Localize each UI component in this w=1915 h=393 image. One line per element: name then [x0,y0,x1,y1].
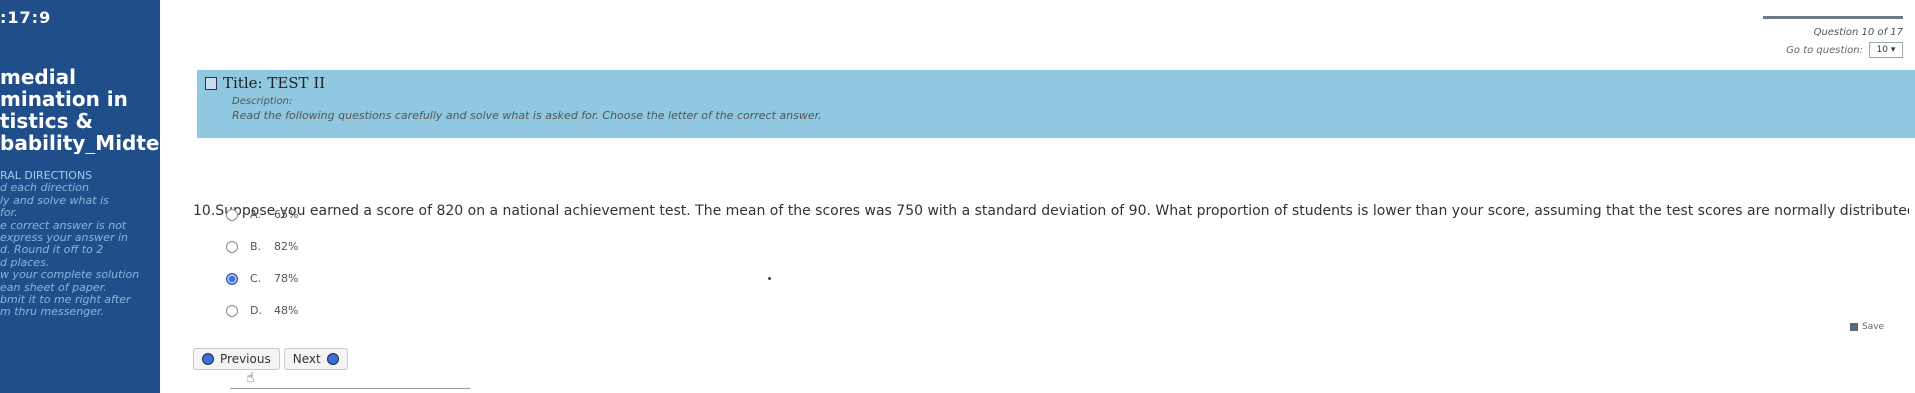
instruction-line: d places. [0,256,50,269]
quiz-title-line: tistics & [0,110,93,132]
option-letter: C. [250,272,262,285]
progress-line [1763,16,1903,19]
document-icon [205,76,217,90]
option-c[interactable]: C. 78% [226,272,298,285]
description-text: Read the following questions carefully a… [232,109,822,122]
option-text: 78% [274,272,299,285]
quiz-title-line: bability_Midterm [0,132,160,154]
description-label: Description: [232,96,293,107]
option-text: 65% [274,208,299,221]
previous-label: Previous [220,352,271,366]
test-title: Title: TEST II [205,74,325,92]
instruction-line: w your complete solution [0,269,140,282]
instruction-line: m thru messenger. [0,306,104,319]
instructions: RAL DIRECTIONS d each direction ly and s… [0,170,160,319]
radio-button[interactable] [226,208,238,221]
instruction-line: d each direction [0,182,89,195]
instruction-line: ean sheet of paper. [0,281,107,294]
goto-label: Go to question: [1786,44,1863,56]
sidebar: :17:9 medial mination in tistics & babil… [0,0,160,393]
question-navigator: Question 10 of 17 Go to question: 10 ▾ [1763,16,1903,58]
option-letter: B. [250,240,262,253]
pointer-cursor-icon: ☝ [246,370,255,386]
save-icon [1850,323,1858,331]
test-title-text: Title: TEST II [223,74,326,92]
instruction-line: bmit it to me right after [0,294,131,307]
next-button[interactable]: Next [283,348,348,370]
quiz-title: medial mination in tistics & bability_Mi… [0,66,160,154]
radio-button-selected[interactable] [226,272,238,285]
next-label: Next [292,352,321,366]
option-d[interactable]: D. 48% [226,304,298,317]
stray-dot [768,277,771,280]
option-letter: D. [250,304,262,317]
next-icon [326,353,339,365]
navigation-buttons: Previous Next [193,348,348,370]
radio-button[interactable] [226,240,238,253]
option-text: 82% [274,240,299,253]
description-panel [197,70,1915,138]
instruction-line: e correct answer is not [0,219,127,232]
goto-question: Go to question: 10 ▾ [1763,42,1903,58]
instruction-line: for. [0,207,18,220]
option-text: 48% [274,304,299,317]
goto-question-select[interactable]: 10 ▾ [1869,42,1903,58]
save-button[interactable]: Save [1850,322,1884,332]
instruction-line: express your answer in [0,232,128,245]
option-a[interactable]: A. 65% [226,208,298,221]
option-letter: A. [250,208,261,221]
instructions-heading: RAL DIRECTIONS [0,170,93,182]
previous-icon [202,353,214,365]
instruction-line: ly and solve what is [0,194,109,207]
question-text: 10.Suppose you earned a score of 820 on … [193,203,1909,219]
timer: :17:9 [0,8,52,27]
radio-button[interactable] [226,304,238,317]
previous-button[interactable]: Previous [193,348,280,370]
quiz-title-line: medial [0,66,76,88]
option-b[interactable]: B. 82% [226,240,298,253]
instruction-line: d. Round it off to 2 [0,244,104,257]
divider [230,388,470,389]
quiz-title-line: mination in [0,88,128,110]
question-count: Question 10 of 17 [1813,27,1903,38]
save-label: Save [1862,322,1885,332]
